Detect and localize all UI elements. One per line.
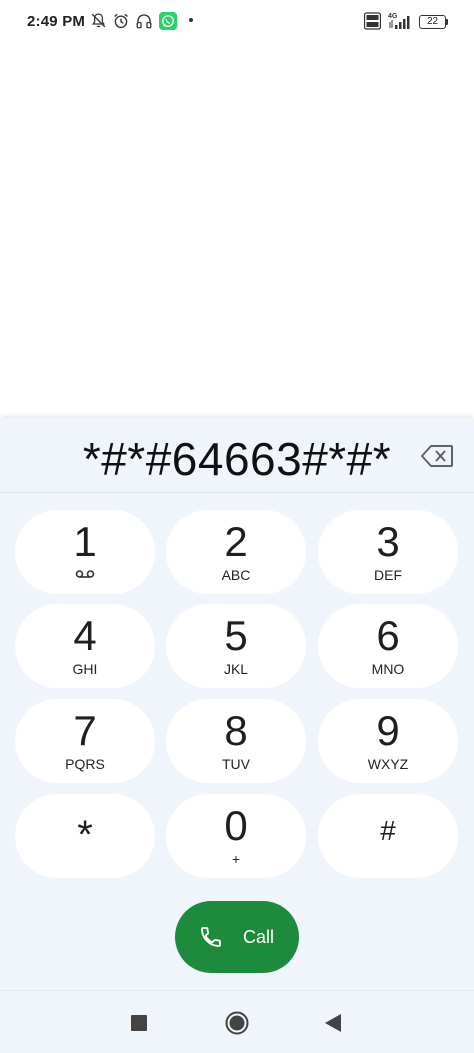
status-bar: 2:49 PM 4G 22 <box>0 0 474 44</box>
entered-number[interactable]: *#*#64663#*#* <box>0 432 474 486</box>
battery-icon: 22 <box>419 15 449 29</box>
phone-icon <box>201 927 221 947</box>
home-button-icon[interactable] <box>225 1011 249 1035</box>
key-star[interactable]: * <box>15 794 155 878</box>
key-5[interactable]: 5 JKL <box>166 604 306 688</box>
key-digit: 6 <box>376 612 400 659</box>
key-digit: 2 <box>224 518 248 565</box>
key-letters: GHI <box>72 661 98 677</box>
number-display: *#*#64663#*#* <box>0 418 474 493</box>
key-letters: JKL <box>223 661 249 677</box>
back-button-icon[interactable] <box>324 1013 342 1033</box>
status-time: 2:49 PM <box>27 13 86 30</box>
bell-off-icon <box>91 13 106 28</box>
key-letters: ABC <box>221 567 251 583</box>
voicemail-icon <box>75 570 95 578</box>
key-8[interactable]: 8 TUV <box>166 699 306 783</box>
key-digit: 7 <box>73 707 97 754</box>
call-label: Call <box>243 927 275 947</box>
recents-button-icon[interactable] <box>131 1015 147 1031</box>
key-letters: PQRS <box>65 756 105 772</box>
key-0[interactable]: 0 + <box>166 794 306 878</box>
volte-icon <box>364 12 381 30</box>
key-digit: 4 <box>73 612 97 659</box>
key-digit: * <box>77 813 93 857</box>
notification-dot-icon <box>189 18 193 22</box>
whatsapp-icon <box>159 12 177 30</box>
key-letters: WXYZ <box>367 756 409 772</box>
dialpad-panel: *#*#64663#*#* 1 2 ABC 3 DEF 4 GHI 5 JKL … <box>0 418 474 1053</box>
key-4[interactable]: 4 GHI <box>15 604 155 688</box>
key-digit: 5 <box>224 612 248 659</box>
key-digit: # <box>380 815 396 846</box>
key-1[interactable]: 1 <box>15 510 155 594</box>
navigation-bar <box>0 990 474 1053</box>
signal-icon <box>389 16 410 29</box>
headphones-icon <box>136 14 152 29</box>
key-letters: DEF <box>374 567 402 583</box>
key-letters: TUV <box>222 756 250 772</box>
key-7[interactable]: 7 PQRS <box>15 699 155 783</box>
key-6[interactable]: 6 MNO <box>318 604 458 688</box>
key-digit: 0 <box>224 802 248 849</box>
key-letters: MNO <box>371 661 405 677</box>
key-digit: 1 <box>73 518 97 565</box>
call-button[interactable]: Call <box>175 901 299 973</box>
alarm-icon <box>114 13 128 29</box>
key-letters: + <box>231 851 241 867</box>
key-3[interactable]: 3 DEF <box>318 510 458 594</box>
key-digit: 9 <box>376 707 400 754</box>
key-hash[interactable]: # <box>318 794 458 878</box>
key-9[interactable]: 9 WXYZ <box>318 699 458 783</box>
key-2[interactable]: 2 ABC <box>166 510 306 594</box>
battery-level: 22 <box>426 16 439 27</box>
backspace-icon[interactable] <box>421 445 453 467</box>
key-digit: 3 <box>376 518 400 565</box>
key-digit: 8 <box>224 707 248 754</box>
